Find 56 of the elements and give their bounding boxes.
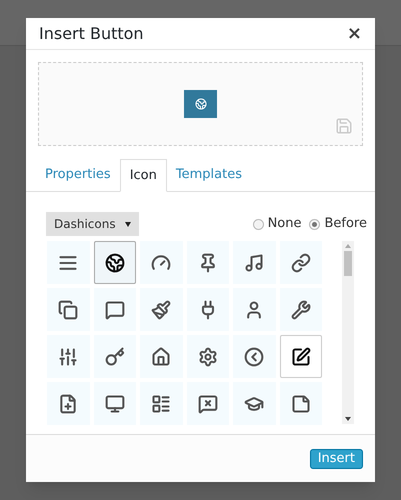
icon-option[interactable] xyxy=(233,382,276,425)
tab[interactable]: Properties xyxy=(36,158,120,191)
radio-button[interactable] xyxy=(252,218,264,230)
paintbrush-icon xyxy=(151,300,172,320)
house-icon xyxy=(151,346,172,366)
icon-option[interactable] xyxy=(280,241,322,284)
key-icon xyxy=(104,346,125,366)
radio-label: Before xyxy=(324,215,367,234)
icon-option[interactable] xyxy=(47,382,90,425)
icon-option[interactable] xyxy=(280,382,322,425)
icon-option[interactable] xyxy=(140,288,183,331)
speech-bubble-icon xyxy=(104,300,125,320)
radio-label: None xyxy=(268,215,302,234)
icon-option[interactable] xyxy=(186,241,230,284)
icon-option[interactable] xyxy=(233,335,276,378)
icon-option[interactable] xyxy=(140,335,183,378)
add-page-icon xyxy=(58,394,78,414)
edit-icon xyxy=(290,346,311,366)
dialog-title: Insert Button xyxy=(39,22,144,44)
icon-option[interactable] xyxy=(47,335,90,378)
caret-icon xyxy=(125,222,131,226)
copy-icon xyxy=(58,300,78,320)
icon-option[interactable] xyxy=(94,241,136,284)
scrollbar[interactable] xyxy=(342,241,354,424)
wrench-icon xyxy=(290,300,311,320)
icon-option[interactable] xyxy=(233,241,276,284)
speech-bubble-x-icon xyxy=(198,394,218,414)
left-arrow-circle-icon xyxy=(244,346,264,366)
icon-option[interactable] xyxy=(140,382,183,425)
icon-option[interactable] xyxy=(47,241,90,284)
icon-option[interactable] xyxy=(280,288,322,331)
icon-option[interactable] xyxy=(47,288,90,331)
tab[interactable]: Icon xyxy=(120,159,167,192)
globe-icon xyxy=(194,98,206,110)
table-icon xyxy=(151,394,172,414)
icon-option[interactable] xyxy=(94,382,136,425)
music-icon xyxy=(244,252,264,272)
settings-icon xyxy=(198,346,218,366)
monitor-icon xyxy=(104,394,125,414)
close-button[interactable]: × xyxy=(346,24,362,42)
icon-option[interactable] xyxy=(140,241,183,284)
link-icon xyxy=(290,252,311,272)
icon-option[interactable] xyxy=(280,335,322,378)
icon-option[interactable] xyxy=(94,335,136,378)
icon-option[interactable] xyxy=(94,288,136,331)
tab[interactable]: Templates xyxy=(166,158,251,191)
globe-icon xyxy=(104,252,125,272)
icon-option[interactable] xyxy=(186,288,230,331)
note-icon xyxy=(290,394,311,414)
icon-option[interactable] xyxy=(186,382,230,425)
icon-option[interactable] xyxy=(186,335,230,378)
sliders-icon xyxy=(58,346,78,366)
icon-set-dropdown[interactable]: Dashicons xyxy=(46,212,139,236)
radio-button[interactable] xyxy=(309,218,320,230)
icon-option[interactable] xyxy=(233,288,276,331)
gauge-icon xyxy=(151,252,172,272)
